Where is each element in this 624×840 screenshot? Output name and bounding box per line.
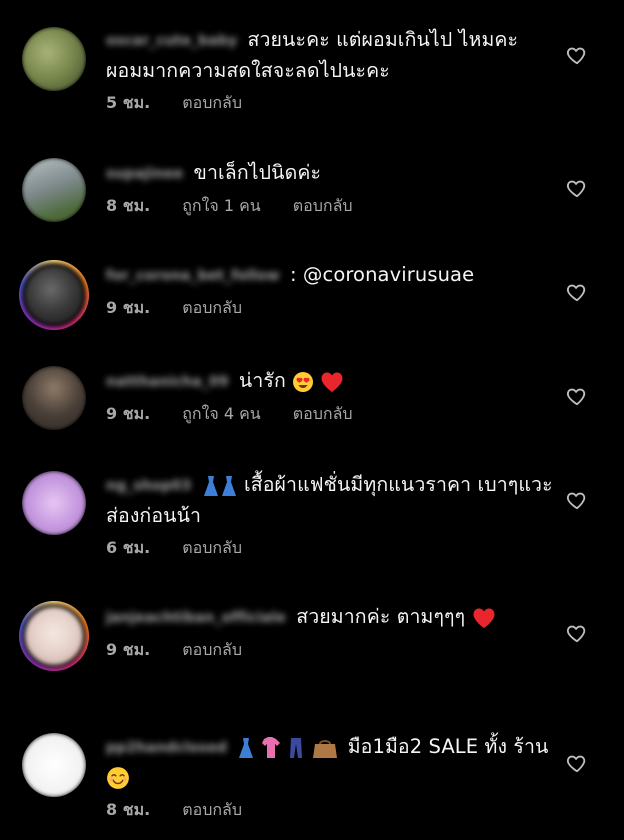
reply-button[interactable]: ตอบกลับ xyxy=(182,798,242,823)
like-heart-icon[interactable] xyxy=(566,385,590,409)
comment-body: : @coronavirusuae xyxy=(289,263,475,286)
heart-eyes-emoji-icon xyxy=(292,371,314,393)
comment-text: pp2handclosed มือ1มือ2 SALE ทั้ง ร้าน xyxy=(106,732,556,793)
comment-text: natthanicha_09 น่ารัก xyxy=(106,366,556,397)
like-heart-icon[interactable] xyxy=(566,752,590,776)
like-heart-icon[interactable] xyxy=(566,622,590,646)
reply-button[interactable]: ตอบกลับ xyxy=(182,296,242,321)
avatar[interactable] xyxy=(22,27,86,91)
username[interactable]: oscar_cute_baby xyxy=(106,26,237,56)
timestamp: 9 ชม. xyxy=(106,639,151,659)
avatar-story-ring[interactable] xyxy=(19,260,89,330)
timestamp: 8 ชม. xyxy=(106,195,151,215)
comment-meta: 8 ชม. ตอบกลับ xyxy=(106,798,556,823)
avatar[interactable] xyxy=(22,733,86,797)
comment-text: supajinee ขาเล็กไปนิดค่ะ xyxy=(106,158,556,189)
username[interactable]: natthanicha_09 xyxy=(106,367,229,397)
timestamp: 9 ชม. xyxy=(106,403,151,423)
username[interactable]: supajinee xyxy=(106,159,183,189)
avatar[interactable] xyxy=(22,158,86,222)
like-heart-icon[interactable] xyxy=(566,177,590,201)
like-heart-icon[interactable] xyxy=(566,281,590,305)
avatar[interactable] xyxy=(22,366,86,430)
avatar-story-ring[interactable] xyxy=(19,601,89,671)
timestamp: 6 ชม. xyxy=(106,537,151,557)
dress-emoji-icon xyxy=(202,475,238,497)
like-heart-icon[interactable] xyxy=(566,489,590,513)
comment-meta: 5 ชม. ตอบกลับ xyxy=(106,91,556,116)
comment-meta: 9 ชม. ถูกใจ 4 คน ตอบกลับ xyxy=(106,402,556,427)
comment-body: สวยมากค่ะ ตามๆๆๆ xyxy=(296,605,466,628)
likes-count[interactable]: ถูกใจ 4 คน xyxy=(182,402,261,427)
reply-button[interactable]: ตอบกลับ xyxy=(182,91,242,116)
comment-meta: 9 ชม. ตอบกลับ xyxy=(106,296,556,321)
red-heart-emoji-icon xyxy=(320,371,344,393)
likes-count[interactable]: ถูกใจ 1 คน xyxy=(182,194,261,219)
username[interactable]: pp2handclosed xyxy=(106,733,227,763)
comment-meta: 8 ชม. ถูกใจ 1 คน ตอบกลับ xyxy=(106,194,556,219)
clothing-emoji-icon xyxy=(237,736,341,760)
comment-text: for_corona_bet_follow : @coronavirusuae xyxy=(106,260,556,291)
comment-body: ขาเล็กไปนิดค่ะ xyxy=(193,161,322,184)
avatar[interactable] xyxy=(22,471,86,535)
red-heart-emoji-icon xyxy=(472,607,496,629)
username[interactable]: for_corona_bet_follow xyxy=(106,261,280,291)
reply-button[interactable]: ตอบกลับ xyxy=(182,536,242,561)
reply-button[interactable]: ตอบกลับ xyxy=(293,402,353,427)
comment-text: oscar_cute_baby สวยนะคะ แต่ผอมเกินไป ไหม… xyxy=(106,25,556,86)
timestamp: 5 ชม. xyxy=(106,92,151,112)
comment-body: น่ารัก xyxy=(238,369,286,392)
timestamp: 9 ชม. xyxy=(106,297,151,317)
smiling-face-emoji-icon xyxy=(106,766,130,790)
username[interactable]: janjeachtiban_officiale xyxy=(106,603,286,633)
comment-meta: 6 ชม. ตอบกลับ xyxy=(106,536,556,561)
reply-button[interactable]: ตอบกลับ xyxy=(293,194,353,219)
comment-text: ng_shop03 เสื้อผ้าแฟชั่นมีทุกแนวราคา เบา… xyxy=(106,470,556,531)
timestamp: 8 ชม. xyxy=(106,799,151,819)
reply-button[interactable]: ตอบกลับ xyxy=(182,638,242,663)
comment-body: มือ1มือ2 SALE ทั้ง ร้าน xyxy=(347,735,549,758)
comment-meta: 9 ชม. ตอบกลับ xyxy=(106,638,556,663)
username[interactable]: ng_shop03 xyxy=(106,471,191,501)
comment-text: janjeachtiban_officiale สวยมากค่ะ ตามๆๆๆ xyxy=(106,602,556,633)
like-heart-icon[interactable] xyxy=(566,44,590,68)
